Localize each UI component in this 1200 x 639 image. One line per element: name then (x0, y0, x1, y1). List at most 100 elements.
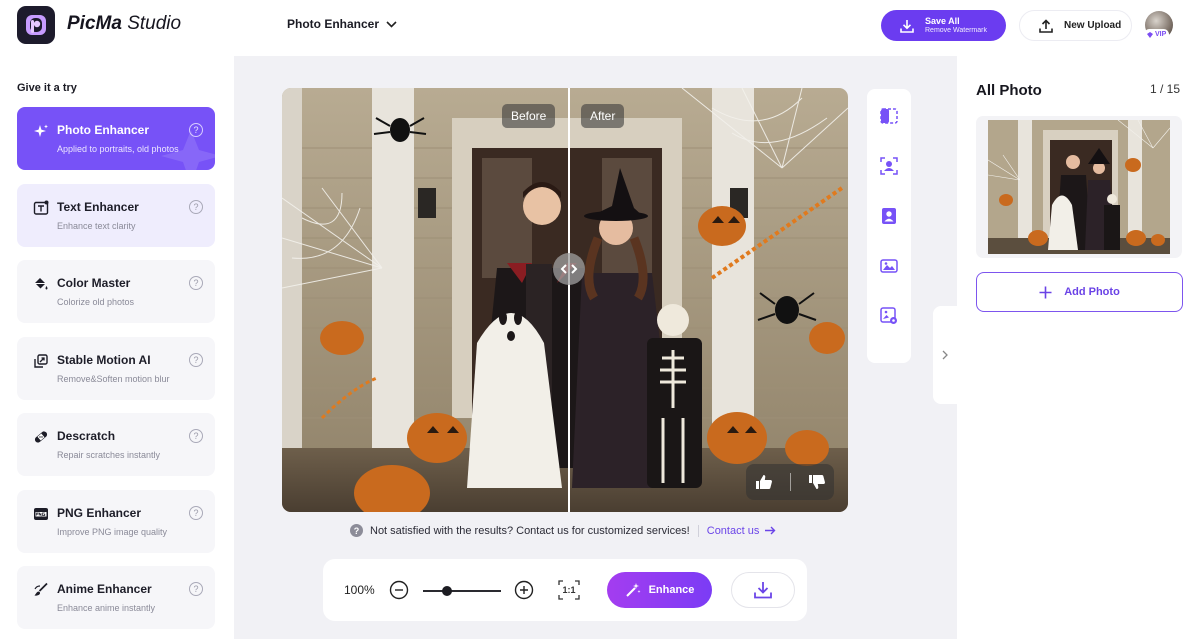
save-all-label: Save All (925, 16, 960, 26)
sidebar-item-desc: Applied to portraits, old photos (57, 144, 179, 154)
save-all-button[interactable]: Save All Remove Watermark (881, 10, 1006, 41)
brand-name: PicMa Studio (67, 13, 182, 34)
sidebar-item-anime-enhancer[interactable]: Anime Enhancer Enhance anime instantly ? (17, 566, 215, 629)
add-photo-button[interactable]: Add Photo (976, 272, 1183, 312)
tool-selector-dropdown[interactable]: Photo Enhancer (287, 17, 397, 31)
download-icon (754, 582, 772, 599)
enhance-button[interactable]: Enhance (607, 572, 712, 608)
upload-icon (1039, 18, 1053, 33)
sidebar-item-desc: Enhance text clarity (57, 221, 136, 231)
sidebar-item-desc: Improve PNG image quality (57, 527, 168, 537)
diamond-icon (1147, 31, 1153, 38)
sidebar-item-descratch[interactable]: Descratch Repair scratches instantly ? (17, 413, 215, 476)
gallery-view-button[interactable] (878, 255, 900, 277)
thumbnail-image (988, 120, 1170, 254)
paint-bucket-icon (35, 278, 48, 290)
sidebar-item-desc: Repair scratches instantly (57, 450, 161, 460)
tool-selector-label: Photo Enhancer (287, 17, 380, 31)
face-view-button[interactable] (878, 155, 900, 177)
zoom-slider[interactable] (423, 586, 501, 596)
feedback-bar (746, 464, 834, 500)
split-view-icon (880, 108, 898, 124)
question-icon: ? (350, 524, 363, 537)
help-icon[interactable]: ? (189, 353, 203, 367)
bandage-icon (34, 431, 48, 443)
plus-icon (1039, 286, 1052, 298)
gallery-icon (880, 259, 898, 273)
sidebar-item-desc: Enhance anime instantly (57, 603, 156, 613)
thumbs-down-icon[interactable] (808, 474, 826, 490)
photo-thumbnail[interactable] (976, 116, 1182, 258)
actual-size-button[interactable]: 1:1 (558, 580, 580, 600)
new-upload-label: New Upload (1064, 20, 1122, 31)
image-settings-button[interactable] (878, 305, 900, 327)
sidebar-item-title: Text Enhancer (57, 200, 139, 214)
chevron-down-icon (386, 20, 397, 28)
sidebar-item-photo-enhancer[interactable]: Photo Enhancer Applied to portraits, old… (17, 107, 215, 170)
sidebar-item-text-enhancer[interactable]: Text Enhancer Enhance text clarity ? (17, 184, 215, 247)
contact-us-link[interactable]: Contact us (707, 525, 777, 537)
halloween-family-photo (282, 88, 848, 512)
photo-counter: 1 / 15 (1150, 82, 1181, 96)
photo-list-panel: All Photo 1 / 15 Add Photo (957, 56, 1200, 639)
zoom-action-bar: 100% 1:1 Enhance (323, 559, 807, 621)
view-toolbar (867, 89, 911, 363)
after-label: After (581, 104, 625, 128)
zoom-level: 100% (344, 583, 375, 597)
help-icon[interactable]: ? (189, 506, 203, 520)
zoom-in-icon[interactable] (514, 580, 534, 600)
new-upload-button[interactable]: New Upload (1019, 10, 1132, 41)
save-all-sublabel: Remove Watermark (925, 27, 987, 34)
arrow-right-icon (765, 526, 776, 535)
enhance-label: Enhance (648, 584, 695, 596)
comparison-image[interactable]: Before After (282, 88, 848, 512)
portrait-icon (882, 208, 896, 224)
download-icon (900, 19, 914, 33)
thumbs-up-icon[interactable] (755, 474, 773, 490)
sidebar-item-desc: Remove&Soften motion blur (57, 374, 170, 384)
help-icon[interactable]: ? (189, 276, 203, 290)
help-icon[interactable]: ? (189, 582, 203, 596)
text-icon (33, 200, 49, 215)
magic-wand-icon (625, 583, 641, 597)
sidebar-item-stable-motion-ai[interactable]: Stable Motion AI Remove&Soften motion bl… (17, 337, 215, 400)
split-divider (568, 88, 570, 512)
sidebar-item-title: Anime Enhancer (57, 582, 152, 596)
zoom-out-icon[interactable] (389, 580, 409, 600)
png-icon (34, 508, 48, 520)
motion-icon (34, 354, 48, 368)
support-notice-text: Not satisfied with the results? Contact … (370, 524, 690, 537)
split-handle[interactable] (553, 253, 585, 285)
sidebar-item-desc: Colorize old photos (57, 297, 135, 307)
zoom-slider-knob[interactable] (442, 586, 453, 596)
picma-logo[interactable] (17, 6, 55, 44)
sidebar-item-png-enhancer[interactable]: PNG Enhancer Improve PNG image quality ? (17, 490, 215, 553)
vip-badge: VIP (1144, 29, 1170, 40)
sidebar-item-title: Descratch (57, 429, 116, 443)
sidebar-item-color-master[interactable]: Color Master Colorize old photos ? (17, 260, 215, 323)
help-icon[interactable]: ? (189, 123, 203, 137)
portrait-view-button[interactable] (878, 205, 900, 227)
compare-view-button[interactable] (878, 105, 900, 127)
notice-divider (697, 524, 699, 537)
chevron-right-icon (942, 350, 948, 360)
help-icon[interactable]: ? (189, 429, 203, 443)
tools-sidebar: Give it a try Photo Enhancer Applied to … (0, 56, 234, 639)
top-header: PicMa Studio Photo Enhancer Save All Rem… (0, 0, 1200, 56)
sidebar-heading: Give it a try (17, 82, 77, 94)
help-icon[interactable]: ? (189, 200, 203, 214)
brush-icon (34, 582, 48, 596)
sidebar-item-title: Stable Motion AI (57, 353, 151, 367)
arrows-horizontal-icon (560, 264, 578, 274)
before-label: Before (502, 104, 556, 128)
editor-canvas-area: Before After ? Not satisfied with the re… (234, 56, 957, 639)
download-button[interactable] (731, 572, 795, 608)
feedback-separator (789, 473, 791, 491)
sidebar-item-title: Color Master (57, 276, 131, 290)
frame-corners-icon (558, 580, 580, 600)
face-scan-icon (880, 157, 898, 175)
sidebar-item-title: PNG Enhancer (57, 506, 142, 520)
panel-title: All Photo (976, 82, 1042, 99)
add-photo-label: Add Photo (1064, 286, 1120, 298)
panel-collapse-toggle[interactable] (933, 306, 957, 404)
